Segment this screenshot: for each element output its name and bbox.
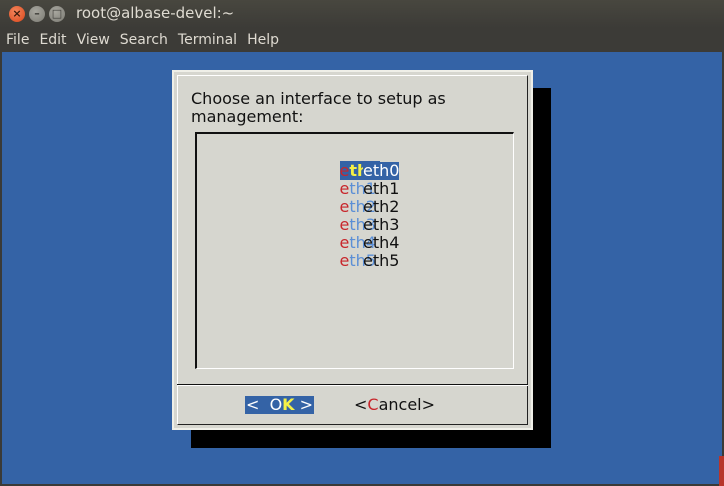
ok-hotkey: K: [282, 395, 295, 414]
ok-label: O: [269, 395, 283, 414]
close-window-button[interactable]: ×: [9, 6, 25, 22]
tag-hotkey: e: [339, 251, 350, 270]
terminal-edge: [719, 456, 724, 486]
list-item-eth1[interactable]: eth1 eth1: [309, 162, 400, 198]
close-icon: ×: [12, 7, 22, 20]
list-item-eth4[interactable]: eth4 eth4: [309, 216, 400, 252]
ok-right-bracket: >: [294, 395, 314, 414]
menu-edit[interactable]: Edit: [33, 32, 70, 48]
window-title-bar[interactable]: × – □ root@albase-devel:~: [0, 0, 724, 28]
prompt-line-2: management:: [191, 107, 304, 126]
maximize-window-button[interactable]: □: [49, 6, 65, 22]
cancel-left-bracket: <: [354, 395, 368, 414]
minimize-window-button[interactable]: –: [29, 6, 45, 22]
maximize-icon: □: [51, 7, 63, 20]
button-separator: [177, 384, 528, 386]
minimize-icon: –: [34, 7, 40, 20]
cancel-hotkey: C: [367, 395, 379, 414]
menu-dialog: Choose an interface to setup as manageme…: [172, 70, 533, 430]
ok-button[interactable]: < OK >: [245, 395, 315, 414]
list-item-eth3[interactable]: eth3 eth3: [309, 198, 400, 234]
prompt-line-1: Choose an interface to setup as: [191, 89, 446, 108]
list-item-eth2[interactable]: eth2 eth2: [309, 180, 400, 216]
cancel-button[interactable]: <Cancel>: [354, 396, 435, 414]
button-row: < OK > <Cancel>: [174, 394, 531, 414]
window-title: root@albase-devel:~: [76, 4, 235, 22]
ok-left-bracket: <: [246, 395, 270, 414]
menu-bar: File Edit View Search Terminal Help: [0, 28, 724, 52]
menu-view[interactable]: View: [71, 32, 114, 48]
dialog-prompt: Choose an interface to setup as manageme…: [191, 90, 511, 126]
list-item-eth0[interactable]: eth0eth0: [309, 144, 400, 180]
menu-terminal[interactable]: Terminal: [172, 32, 241, 48]
menu-help[interactable]: Help: [241, 32, 283, 48]
menu-search[interactable]: Search: [114, 32, 172, 48]
menu-file[interactable]: File: [0, 32, 33, 48]
cancel-label: ancel>: [378, 395, 436, 414]
list-item-eth5[interactable]: eth5 eth5: [309, 234, 400, 270]
interface-list[interactable]: eth0eth0 eth1eth1 eth2eth2 eth3eth3 eth4…: [195, 132, 514, 369]
item-description: eth5: [363, 251, 400, 270]
